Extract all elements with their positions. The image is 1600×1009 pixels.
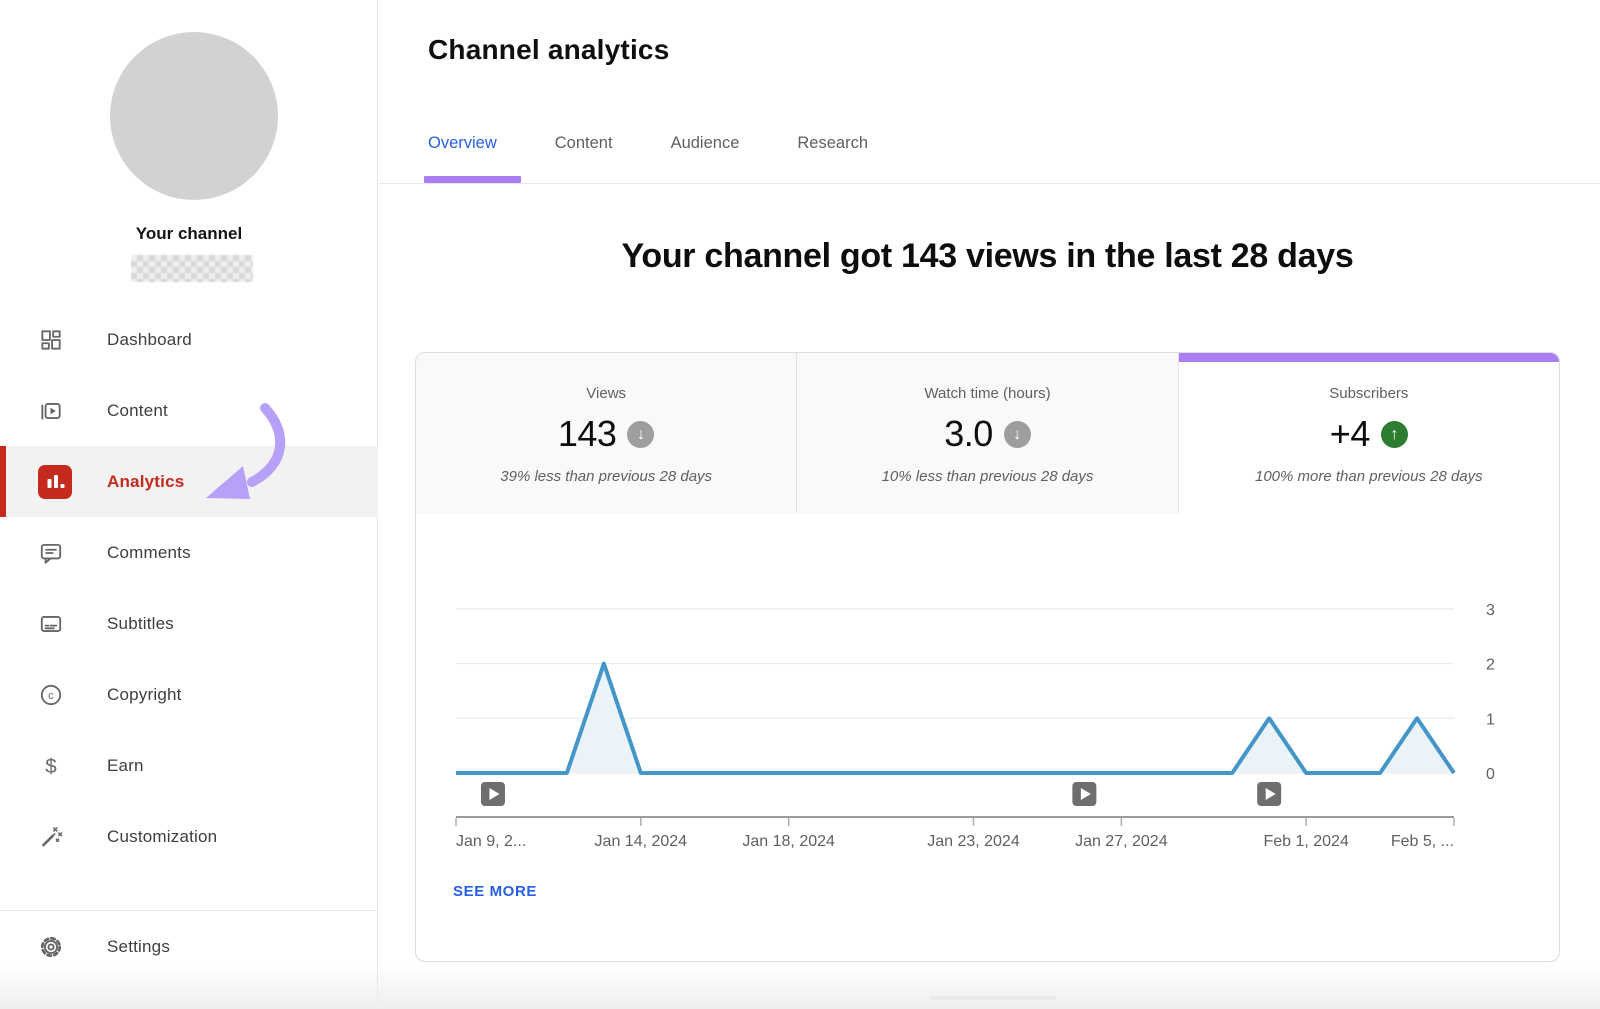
sidebar: Your channel Dashboard Content Analytics — [0, 0, 378, 1009]
tab-audience[interactable]: Audience — [671, 134, 740, 153]
sidebar-item-content[interactable]: Content — [0, 375, 378, 446]
trend-down-badge: ↓ — [627, 421, 654, 448]
sidebar-item-comments[interactable]: Comments — [0, 517, 378, 588]
headline: Your channel got 143 views in the last 2… — [415, 237, 1560, 276]
stat-value: +4 — [1330, 413, 1370, 455]
copyright-icon: c — [38, 682, 78, 708]
stat-value: 3.0 — [944, 413, 993, 455]
stat-delta: 100% more than previous 28 days — [1179, 468, 1559, 485]
sidebar-item-label: Subtitles — [107, 614, 174, 634]
svg-text:Jan 9, 2...: Jan 9, 2... — [456, 833, 526, 850]
stat-delta: 10% less than previous 28 days — [797, 468, 1177, 485]
svg-text:Feb 5, ...: Feb 5, ... — [1391, 833, 1454, 850]
tab-content[interactable]: Content — [555, 134, 613, 153]
sidebar-item-customization[interactable]: Customization — [0, 801, 378, 872]
svg-text:3: 3 — [1486, 602, 1495, 619]
active-tab-underline — [424, 176, 521, 183]
stat-tab-watch-time[interactable]: Watch time (hours) 3.0 ↓ 10% less than p… — [797, 353, 1178, 513]
customization-icon — [38, 824, 78, 850]
channel-avatar[interactable] — [110, 32, 278, 200]
sidebar-item-analytics[interactable]: Analytics — [0, 446, 378, 517]
sidebar-item-copyright[interactable]: c Copyright — [0, 659, 378, 730]
tabs-bottom-border — [379, 183, 1600, 184]
svg-text:Jan 23, 2024: Jan 23, 2024 — [927, 833, 1020, 850]
stat-label: Views — [416, 385, 796, 402]
subscribers-line-chart[interactable]: 0 1 2 3 Jan 9, 2... Jan 14, 2024 Jan 18, 2024 J… — [416, 513, 1559, 903]
sidebar-item-label: Settings — [107, 937, 170, 957]
sidebar-item-dashboard[interactable]: Dashboard — [0, 304, 378, 375]
sidebar-item-subtitles[interactable]: Subtitles — [0, 588, 378, 659]
settings-icon — [38, 934, 78, 960]
sidebar-item-label: Content — [107, 401, 168, 421]
stat-value: 143 — [558, 413, 617, 455]
next-card-edge — [930, 996, 1056, 1000]
dashboard-icon — [38, 327, 78, 353]
svg-text:0: 0 — [1486, 766, 1495, 783]
sidebar-item-settings[interactable]: Settings — [0, 911, 378, 982]
trend-down-badge: ↓ — [1004, 421, 1031, 448]
stat-tabs-row: Views 143 ↓ 39% less than previous 28 da… — [416, 353, 1559, 513]
sidebar-item-label: Earn — [107, 756, 144, 776]
content-icon — [38, 398, 78, 424]
channel-name-redacted — [131, 255, 253, 282]
youtube-studio-analytics-page: Your channel Dashboard Content Analytics — [0, 0, 1600, 1009]
stat-tab-views[interactable]: Views 143 ↓ 39% less than previous 28 da… — [416, 353, 797, 513]
sidebar-item-label: Customization — [107, 827, 217, 847]
sidebar-item-label: Dashboard — [107, 330, 192, 350]
analytics-icon — [38, 465, 78, 499]
stat-tab-subscribers[interactable]: Subscribers +4 ↑ 100% more than previous… — [1179, 353, 1559, 513]
your-channel-label: Your channel — [0, 224, 378, 244]
tab-research[interactable]: Research — [797, 134, 868, 153]
stat-label: Subscribers — [1179, 385, 1559, 402]
analytics-tabs: Overview Content Audience Research — [428, 134, 868, 153]
sidebar-item-label: Copyright — [107, 685, 182, 705]
svg-text:Feb 1, 2024: Feb 1, 2024 — [1263, 833, 1349, 850]
svg-text:c: c — [48, 689, 54, 701]
svg-text:2: 2 — [1486, 657, 1495, 674]
sidebar-item-earn[interactable]: $ Earn — [0, 730, 378, 801]
tab-overview[interactable]: Overview — [428, 134, 497, 153]
stat-delta: 39% less than previous 28 days — [416, 468, 796, 485]
sidebar-item-label: Analytics — [107, 472, 184, 492]
svg-text:Jan 27, 2024: Jan 27, 2024 — [1075, 833, 1168, 850]
comments-icon — [38, 540, 78, 566]
stat-label: Watch time (hours) — [797, 385, 1177, 402]
svg-text:Jan 18, 2024: Jan 18, 2024 — [742, 833, 835, 850]
sidebar-item-label: Comments — [107, 543, 191, 563]
svg-text:$: $ — [45, 755, 57, 778]
earn-icon: $ — [38, 753, 78, 779]
svg-text:Jan 14, 2024: Jan 14, 2024 — [595, 833, 688, 850]
analytics-overview-card: Views 143 ↓ 39% less than previous 28 da… — [415, 352, 1560, 962]
trend-up-badge: ↑ — [1381, 421, 1408, 448]
see-more-link[interactable]: SEE MORE — [453, 883, 537, 900]
svg-text:1: 1 — [1486, 711, 1495, 728]
page-title: Channel analytics — [428, 34, 669, 66]
sidebar-menu: Dashboard Content Analytics Comments — [0, 304, 378, 872]
subtitles-icon — [38, 611, 78, 637]
